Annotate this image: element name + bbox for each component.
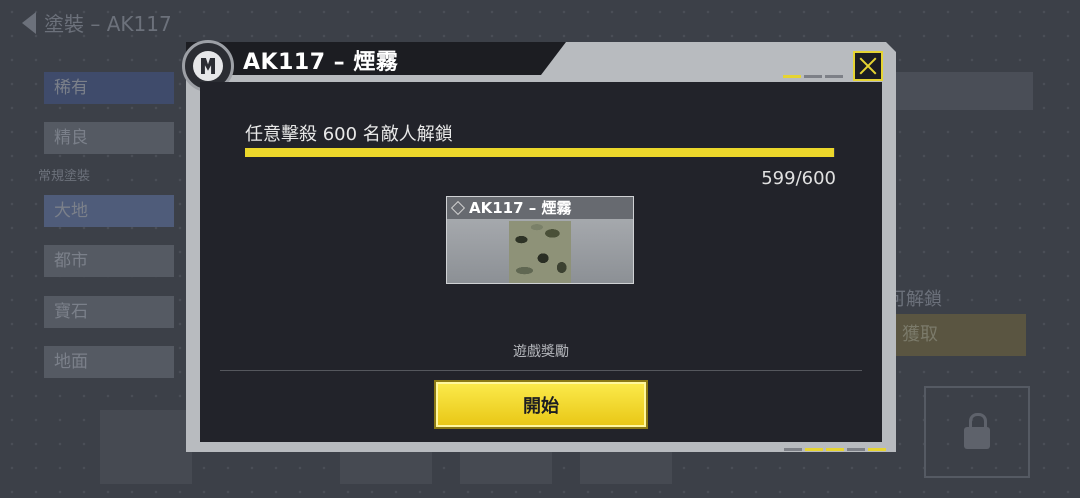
diamond-icon xyxy=(450,200,466,216)
progress-bar xyxy=(245,148,835,157)
close-icon[interactable] xyxy=(853,51,883,81)
background-title: 塗裝 – AK117 xyxy=(22,8,172,37)
lock-icon xyxy=(964,413,990,449)
camo-skin-preview xyxy=(509,221,571,283)
bg-locked-slot xyxy=(924,386,1030,478)
unlock-dialog: AK117 – 煙霧 任意擊殺 600 名敵人解鎖 599/600 AK117 … xyxy=(182,40,896,452)
page-indicator-bottom xyxy=(784,448,886,451)
reward-name: AK117 – 煙霧 xyxy=(469,199,572,217)
bg-get-button: 獲取 xyxy=(884,314,1026,356)
divider xyxy=(220,370,862,371)
dialog-title: AK117 – 煙霧 xyxy=(243,50,399,75)
reward-card-header: AK117 – 煙霧 xyxy=(447,197,633,219)
dialog-body: 任意擊殺 600 名敵人解鎖 599/600 AK117 – 煙霧 遊戲獎勵 開… xyxy=(200,82,882,442)
bg-unlock-text: 可解鎖 xyxy=(888,289,942,310)
bg-section-label: 常規塗裝 xyxy=(38,169,91,184)
bg-tab-gem: 寶石 xyxy=(44,296,174,328)
bg-tab-rare: 稀有 xyxy=(44,72,174,104)
progress-fill xyxy=(245,148,835,157)
progress-count: 599/600 xyxy=(761,168,836,189)
back-icon xyxy=(22,11,36,34)
bg-slot xyxy=(100,410,192,484)
rewards-label: 遊戲獎勵 xyxy=(513,344,569,360)
page-indicator xyxy=(783,75,843,78)
bg-tab-earth: 大地 xyxy=(44,195,174,227)
bg-panel xyxy=(885,72,1033,110)
bg-tab-fine: 精良 xyxy=(44,122,174,154)
reward-card[interactable]: AK117 – 煙霧 xyxy=(446,196,634,284)
task-text: 任意擊殺 600 名敵人解鎖 xyxy=(245,124,453,145)
bg-tab-urban: 都市 xyxy=(44,245,174,277)
bg-tab-ground: 地面 xyxy=(44,346,174,378)
start-button[interactable]: 開始 xyxy=(436,382,646,427)
